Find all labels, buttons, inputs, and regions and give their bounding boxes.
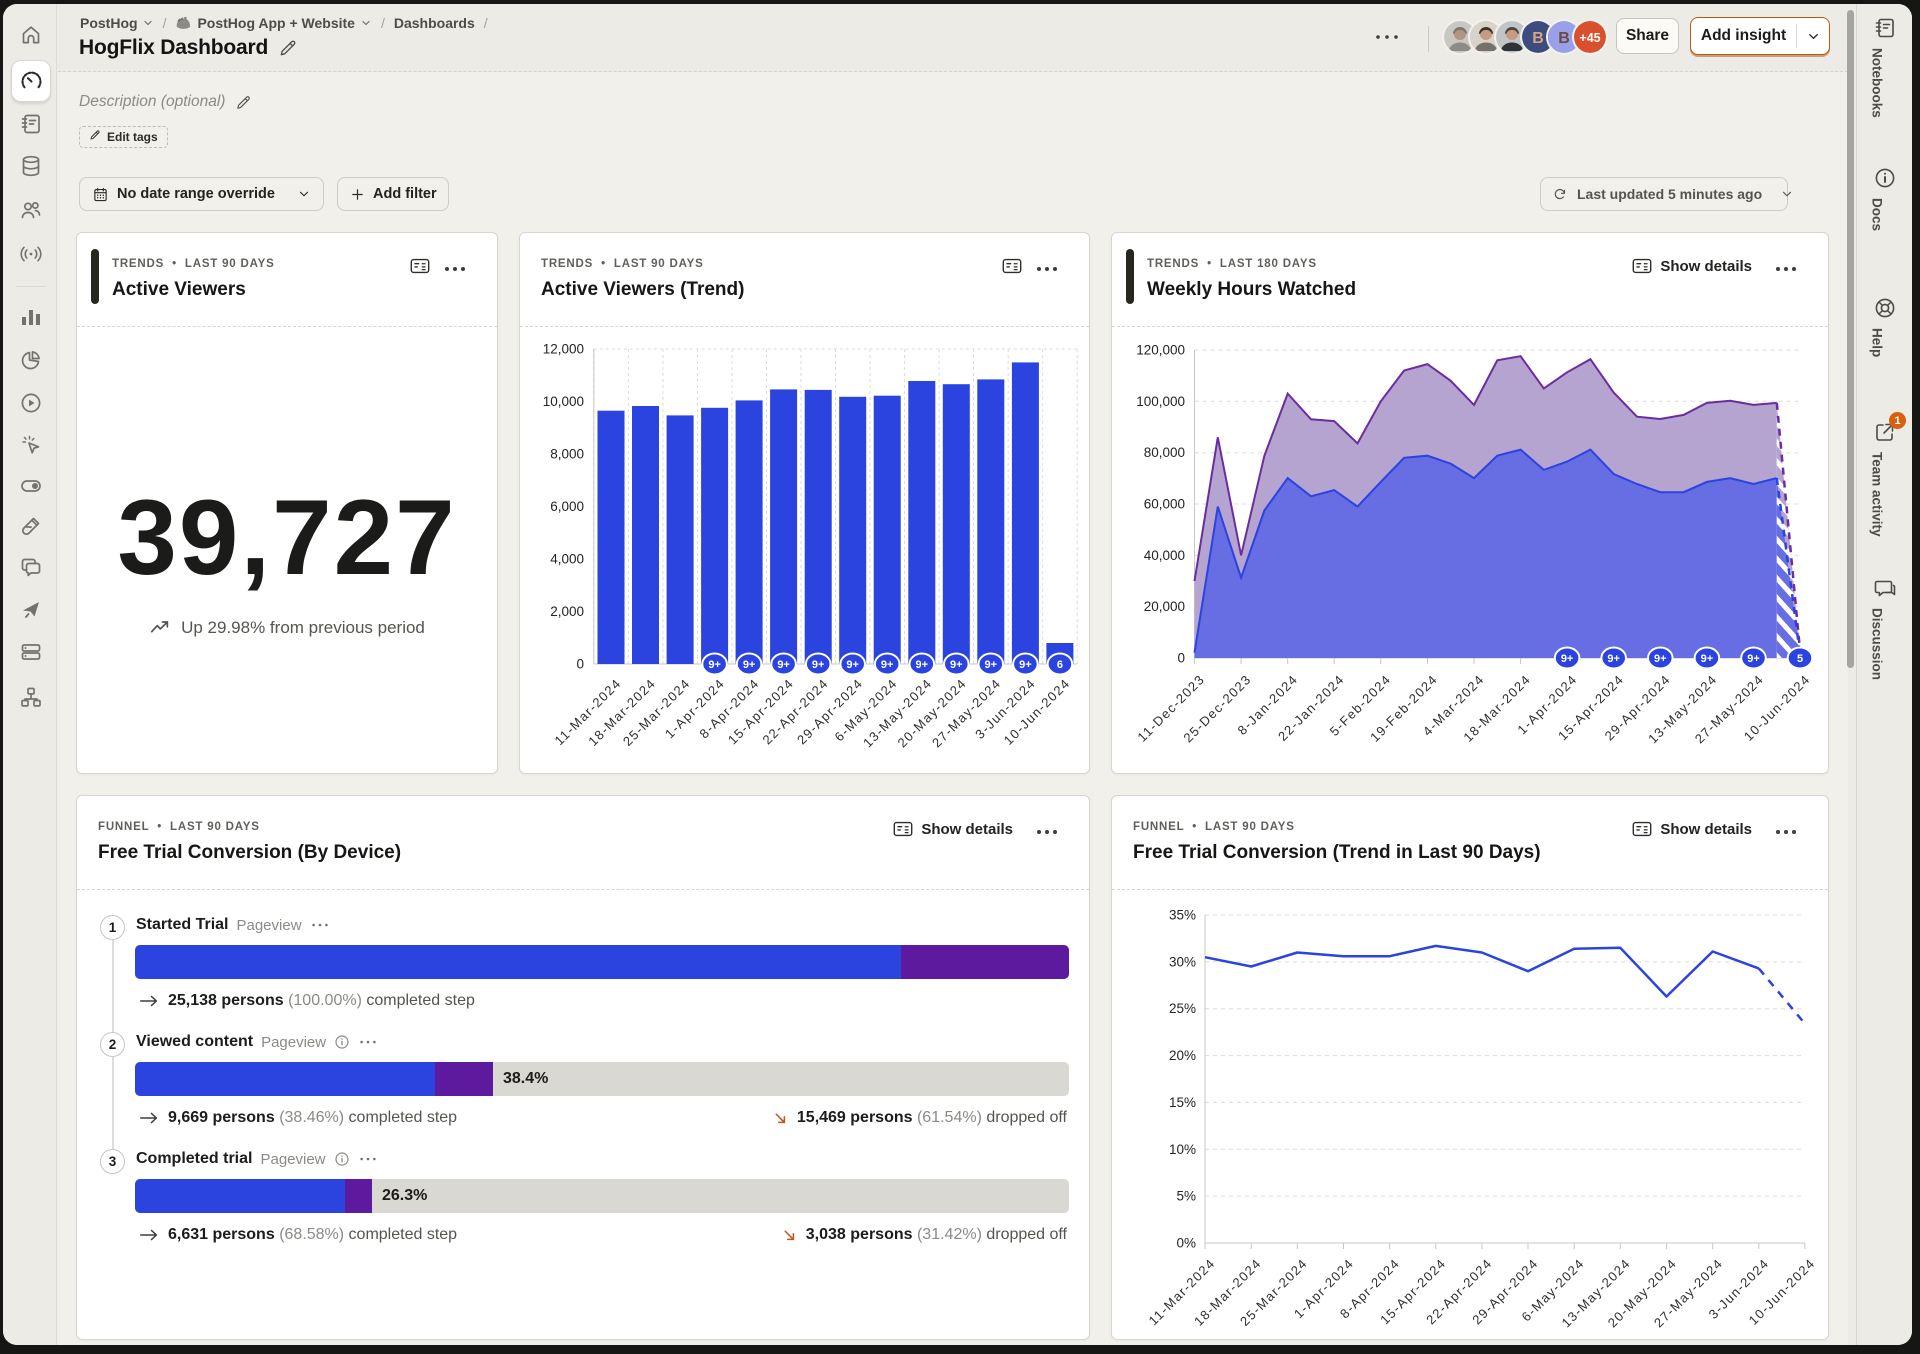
svg-text:9+: 9+ <box>846 659 859 671</box>
svg-text:9+: 9+ <box>1019 659 1032 671</box>
svg-text:100,000: 100,000 <box>1136 394 1185 409</box>
svg-text:6: 6 <box>1057 659 1063 671</box>
svg-text:6,000: 6,000 <box>550 499 584 514</box>
svg-text:0: 0 <box>576 657 584 672</box>
svg-text:9+: 9+ <box>812 659 825 671</box>
svg-text:9+: 9+ <box>743 659 756 671</box>
svg-text:35%: 35% <box>1169 908 1196 923</box>
svg-text:10,000: 10,000 <box>543 394 584 409</box>
svg-text:9+: 9+ <box>1561 653 1574 665</box>
svg-text:120,000: 120,000 <box>1136 343 1185 358</box>
svg-text:5: 5 <box>1797 653 1803 665</box>
svg-text:5%: 5% <box>1176 1189 1196 1204</box>
svg-text:9+: 9+ <box>881 659 894 671</box>
svg-text:8,000: 8,000 <box>550 447 584 462</box>
svg-text:+45: +45 <box>1579 31 1600 45</box>
svg-text:9+: 9+ <box>1747 653 1760 665</box>
svg-text:25%: 25% <box>1169 1001 1196 1016</box>
svg-text:9+: 9+ <box>985 659 998 671</box>
svg-text:9+: 9+ <box>1701 653 1714 665</box>
svg-text:9+: 9+ <box>1654 653 1667 665</box>
svg-text:B: B <box>1558 30 1570 47</box>
svg-text:30%: 30% <box>1169 954 1196 969</box>
svg-text:60,000: 60,000 <box>1144 497 1185 512</box>
svg-text:0: 0 <box>1177 651 1185 666</box>
svg-text:9+: 9+ <box>950 659 963 671</box>
svg-text:40,000: 40,000 <box>1144 548 1185 563</box>
svg-text:9+: 9+ <box>708 659 721 671</box>
svg-text:B: B <box>1532 30 1544 47</box>
svg-text:9+: 9+ <box>916 659 929 671</box>
svg-text:9+: 9+ <box>1607 653 1620 665</box>
svg-text:80,000: 80,000 <box>1144 445 1185 460</box>
svg-text:20%: 20% <box>1169 1048 1196 1063</box>
svg-text:20,000: 20,000 <box>1144 599 1185 614</box>
svg-text:4,000: 4,000 <box>550 552 584 567</box>
svg-text:10%: 10% <box>1169 1142 1196 1157</box>
svg-text:15%: 15% <box>1169 1095 1196 1110</box>
svg-text:2,000: 2,000 <box>550 604 584 619</box>
svg-text:9+: 9+ <box>777 659 790 671</box>
svg-text:0%: 0% <box>1176 1236 1196 1251</box>
svg-text:12,000: 12,000 <box>543 342 584 357</box>
